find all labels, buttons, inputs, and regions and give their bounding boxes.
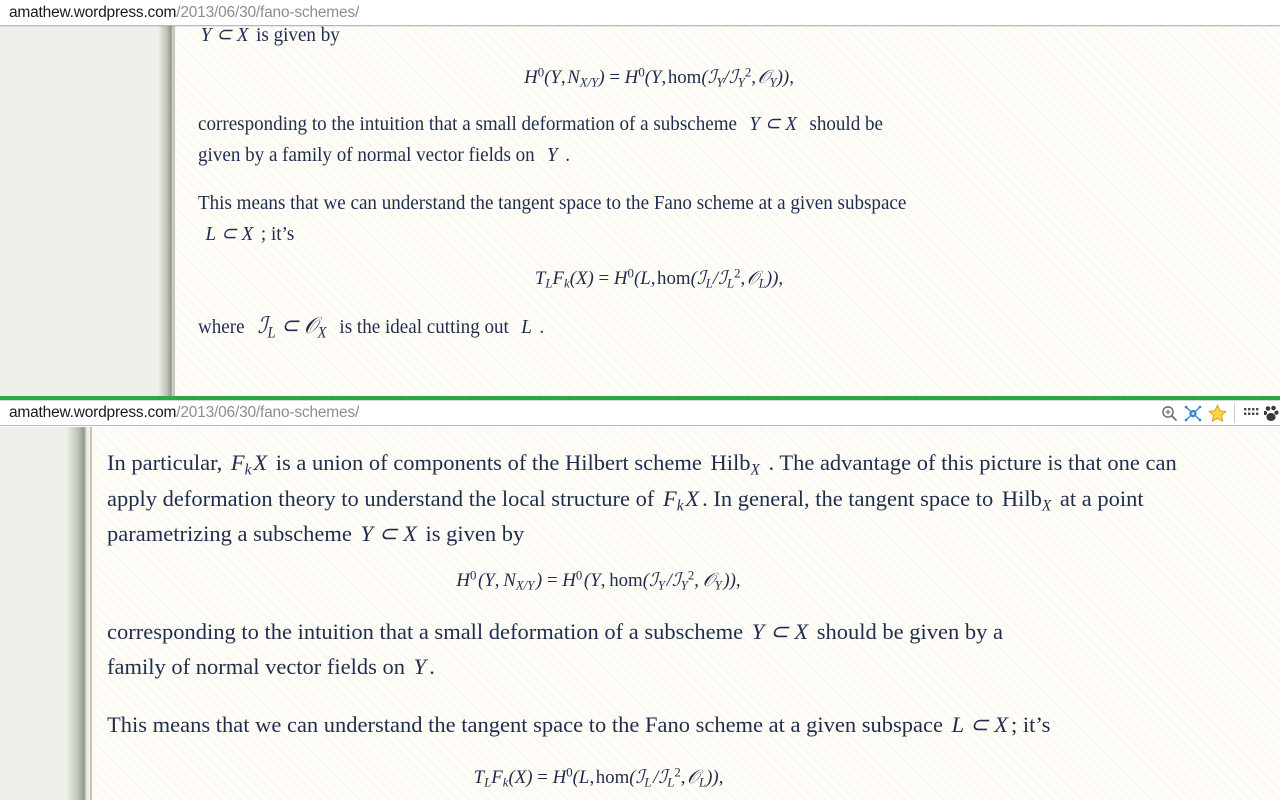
display-formula-1-bottom: H0 (Y, NX/Y ) = H0 (Y, hom(ℐY /ℐY2, 𝒪Y )… <box>107 567 1220 593</box>
top-paragraph-2-a: This means that we can understand the ta… <box>198 191 907 214</box>
browser-window: amathew.wordpress.com/2013/06/30/fano-sc… <box>0 0 1280 800</box>
url-path-bottom: /2013/06/30/fano-schemes/ <box>176 404 360 421</box>
formula-2-top-render: TLFk(X) = H0(L, hom(ℐL/ℐL2, 𝒪L)), <box>534 265 784 291</box>
top-paragraph-1-a: corresponding to the intuition that a sm… <box>198 112 737 135</box>
url-host-bottom: amathew.wordpress.com <box>9 404 177 421</box>
bottom-paragraph-1-a: In particular, <box>107 450 223 475</box>
address-bar-icon-cluster <box>1157 401 1280 425</box>
top-paragraph-3-b: is the ideal cutting out <box>339 315 509 338</box>
extension-icon[interactable] <box>1264 401 1280 425</box>
display-formula-1-top: H0(Y, NX/Y) = H0(Y, hom(ℐY/ℐY2, 𝒪Y)), H^… <box>198 64 1240 90</box>
math-inline-FkX-1: Fk X <box>230 450 268 479</box>
math-inline-Y-2: Y <box>413 654 427 679</box>
math-inline-Y-subset-X-4: Y ⊂ X <box>751 618 809 644</box>
bottom-paragraph-1-d: . In general, the tangent space to <box>702 485 994 511</box>
zoom-icon[interactable] <box>1157 401 1181 425</box>
address-bar-bottom-text[interactable]: amathew.wordpress.com/2013/06/30/fano-sc… <box>0 404 359 422</box>
bottom-paragraph-2-a: corresponding to the intuition that a sm… <box>107 618 744 644</box>
top-paragraph-3: where ℐL ⊂ 𝒪X is the ideal cutting out L… <box>198 310 1167 344</box>
bottom-paragraph-1-b: is a union of components of the Hilbert … <box>275 450 702 475</box>
page-viewport-bottom[interactable]: In particular, Fk X is a union of compon… <box>0 427 1280 800</box>
post-body-bottom: In particular, Fk X is a union of compon… <box>0 427 1280 800</box>
math-inline-Y: Y <box>542 144 563 166</box>
toolbar-separator <box>1234 403 1235 423</box>
math-inline-Y-subset-X: Y ⊂ X <box>200 26 249 46</box>
address-bar-top-text[interactable]: amathew.wordpress.com/2013/06/30/fano-sc… <box>0 4 359 22</box>
formula-1-top-render: H0(Y, NX/Y) = H0(Y, hom(ℐY/ℐY2, 𝒪Y)), <box>524 64 794 90</box>
formula-1-bottom-render: H0 (Y, NX/Y ) = H0 (Y, hom(ℐY /ℐY2, 𝒪Y )… <box>456 567 741 593</box>
address-bar-top[interactable]: amathew.wordpress.com/2013/06/30/fano-sc… <box>0 0 1280 26</box>
top-paragraph-1-d: . <box>565 144 570 166</box>
page-viewport-top[interactable]: Y ⊂ X is given by H0(Y, NX/Y) = H0(Y, ho… <box>0 26 1280 396</box>
display-formula-2-top: TLFk(X) = H0(L, hom(ℐL/ℐL2, 𝒪L)), T_L F_… <box>198 265 1240 291</box>
top-paragraph-1: corresponding to the intuition that a sm… <box>198 109 1167 172</box>
display-formula-2-bottom: TLFk(X) = H0(L, hom(ℐL /ℐL2, 𝒪L)), T_L F… <box>107 766 1220 789</box>
math-inline-IL-subset-OX: ℐL ⊂ 𝒪X <box>257 312 327 341</box>
bottom-paragraph-2-b: should be given by a <box>816 618 1003 644</box>
top-paragraph-1-b: should be <box>809 112 884 135</box>
bottom-paragraph-2: corresponding to the intuition that a sm… <box>107 614 1220 685</box>
url-host-top: amathew.wordpress.com <box>9 3 177 21</box>
top-paragraph-3-a: where <box>198 315 245 338</box>
bottom-paragraph-3-a: This means that we can understand the ta… <box>107 711 943 737</box>
bottom-paragraph-3-b: ; it’s <box>1010 711 1051 737</box>
top-paragraph-2: This means that we can understand the ta… <box>198 188 1167 251</box>
bottom-paragraph-2-d: . <box>429 654 435 679</box>
post-body-top: Y ⊂ X is given by H0(Y, NX/Y) = H0(Y, ho… <box>0 26 1280 359</box>
math-inline-L-subset-X: L ⊂ X <box>200 223 259 245</box>
bottom-paragraph-2-c: family of normal vector fields on <box>107 654 406 679</box>
bookmark-star-icon[interactable] <box>1205 401 1229 425</box>
math-inline-Y-subset-X-3: Y ⊂ X <box>360 521 417 546</box>
math-inline-HilbX-1: HilbX <box>710 450 760 479</box>
math-inline-L: L <box>516 315 537 338</box>
bottom-paragraph-1: In particular, Fk X is a union of compon… <box>107 445 1220 552</box>
url-path-top: /2013/06/30/fano-schemes/ <box>176 3 360 21</box>
math-inline-HilbX-2: HilbX <box>1001 485 1052 514</box>
top-paragraph-2-b: ; it’s <box>260 223 295 245</box>
math-inline-L-subset-X-2: L ⊂ X <box>951 711 1008 737</box>
top-paragraph-3-c: . <box>539 315 545 338</box>
noscript-icon[interactable] <box>1181 401 1205 425</box>
math-inline-FkX-2: Fk X <box>662 485 700 514</box>
formula-2-bottom-render: TLFk(X) = H0(L, hom(ℐL /ℐL2, 𝒪L)), <box>473 765 724 790</box>
math-inline-Y-subset-X-2: Y ⊂ X <box>744 112 802 135</box>
top-clipped-line: Y ⊂ X is given by <box>198 26 1167 52</box>
grid-menu-icon[interactable] <box>1240 401 1264 425</box>
top-paragraph-1-c: given by a family of normal vector field… <box>198 144 535 166</box>
bottom-paragraph-3: This means that we can understand the ta… <box>107 707 1220 743</box>
address-bar-bottom[interactable]: amathew.wordpress.com/2013/06/30/fano-sc… <box>0 400 1280 426</box>
top-clipped-line-text: is given by <box>256 26 340 46</box>
bottom-paragraph-1-f: is given by <box>425 521 525 546</box>
